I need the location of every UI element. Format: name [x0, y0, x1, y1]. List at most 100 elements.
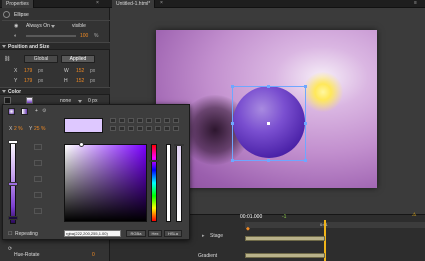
current-color-swatch	[64, 118, 103, 133]
hue-rotate-icon: ⟳	[8, 246, 13, 252]
resize-handle[interactable]	[231, 85, 234, 88]
swatch-cell[interactable]	[34, 144, 42, 150]
saturation-value-field[interactable]	[64, 144, 147, 222]
swatch-cell[interactable]	[34, 192, 42, 198]
swatch-cell[interactable]	[164, 126, 170, 131]
unit-label: px	[90, 68, 96, 74]
current-time[interactable]: 00:01.000	[240, 214, 262, 220]
repeating-label: Repeating	[15, 231, 38, 237]
color-header[interactable]: Color	[0, 87, 110, 95]
color-cursor[interactable]	[79, 142, 84, 147]
gradient-x-value[interactable]: 2 %	[14, 126, 23, 132]
collapse-icon[interactable]	[2, 45, 6, 48]
resize-handle[interactable]	[304, 122, 307, 125]
swatch-cell[interactable]	[155, 126, 161, 131]
rgba-mode-button[interactable]: RGBa	[126, 230, 146, 237]
settings-icon[interactable]: ⚙	[42, 108, 46, 114]
swatch-cell[interactable]	[155, 118, 161, 123]
timeline-ruler[interactable]	[245, 222, 425, 228]
swatch-cell[interactable]	[34, 176, 42, 182]
w-value[interactable]: 152	[76, 68, 84, 74]
swatch-cell[interactable]	[110, 118, 116, 123]
stage-row[interactable]: ▸ Stage	[200, 232, 240, 240]
repeating-checkbox[interactable]: ☐	[8, 231, 12, 237]
top-bar: Properties × Untitled-1.html* × ≡	[0, 0, 425, 8]
swatch-cell[interactable]	[110, 126, 116, 131]
collapse-icon[interactable]	[2, 90, 6, 93]
always-on-label[interactable]: Always On	[26, 23, 50, 29]
swatch-cell[interactable]	[137, 118, 143, 123]
y-label: Y	[14, 78, 18, 84]
gradient-stop[interactable]	[8, 182, 18, 186]
tab-properties[interactable]: Properties	[2, 0, 34, 8]
swatch-cell[interactable]	[164, 118, 170, 123]
fill-swatch[interactable]	[4, 97, 11, 104]
swatch-cell[interactable]	[128, 126, 134, 131]
opacity-slider[interactable]	[26, 35, 76, 37]
hue-handle[interactable]	[149, 160, 159, 162]
x-value[interactable]: 179	[24, 68, 32, 74]
brightness-slider[interactable]	[166, 144, 171, 222]
hue-rotate-value[interactable]: 0	[92, 252, 95, 258]
hsla-mode-button[interactable]: HSLa	[164, 230, 182, 237]
h-value[interactable]: 152	[76, 78, 84, 84]
hue-slider[interactable]	[151, 144, 157, 222]
resize-handle[interactable]	[231, 122, 234, 125]
transform-origin[interactable]	[267, 122, 270, 125]
hue-rotate-label: Hue-Rotate	[14, 252, 40, 258]
keyframe-track[interactable]	[245, 236, 325, 241]
alpha-handle[interactable]	[174, 144, 184, 146]
time-offset: -1	[282, 214, 287, 220]
y-value[interactable]: 179	[24, 78, 32, 84]
hex-mode-button[interactable]: Hex	[148, 230, 162, 237]
swatch-cell[interactable]	[146, 126, 152, 131]
keyframe-diamond-icon[interactable]: ◆	[246, 226, 250, 232]
visibility-value[interactable]: visible	[72, 23, 86, 29]
swatch-cell[interactable]	[119, 118, 125, 123]
swatch-cell[interactable]	[34, 208, 42, 214]
alpha-slider[interactable]	[176, 144, 182, 222]
tab-document[interactable]: Untitled-1.html*	[112, 0, 156, 8]
swatch-cell[interactable]	[146, 118, 152, 123]
eye-icon[interactable]: ◉	[14, 23, 18, 29]
swatch-cell[interactable]	[173, 126, 179, 131]
resize-handle[interactable]	[231, 159, 234, 162]
position-size-header[interactable]: Position and Size	[0, 42, 110, 50]
unit-label: px	[38, 68, 44, 74]
link-icon[interactable]: ⛓	[4, 56, 10, 62]
resize-handle[interactable]	[267, 159, 270, 162]
swatch-cell[interactable]	[128, 118, 134, 123]
color-value-input[interactable]: rgba(222,200,255,1.00)	[64, 230, 121, 237]
chevron-down-icon[interactable]	[51, 25, 55, 28]
global-button[interactable]: Global	[24, 55, 58, 63]
element-name[interactable]: Ellipse	[14, 12, 29, 18]
gradient-y-value[interactable]: 25 %	[34, 126, 45, 132]
x-label: X	[14, 68, 18, 74]
chevron-down-icon[interactable]	[78, 100, 82, 103]
opacity-value[interactable]: 100	[80, 33, 88, 39]
resize-handle[interactable]	[304, 159, 307, 162]
stage-label: Stage	[210, 233, 224, 239]
panel-close-icon[interactable]: ×	[96, 0, 99, 6]
h-label: H	[64, 78, 68, 84]
document-tab-label: Untitled-1.html*	[116, 1, 151, 7]
gradient-property-label: Gradient	[198, 253, 218, 259]
gradient-stop[interactable]	[8, 216, 18, 220]
swatch-cell[interactable]	[137, 126, 143, 131]
keyframe-track[interactable]	[245, 253, 325, 258]
linear-gradient-button[interactable]	[21, 108, 28, 115]
swatch-cell[interactable]	[173, 118, 179, 123]
swatch-cell[interactable]	[34, 160, 42, 166]
panel-menu-icon[interactable]: ≡	[414, 0, 417, 6]
section-title: Color	[8, 89, 22, 95]
swatch-cell[interactable]	[119, 126, 125, 131]
warning-icon[interactable]: ⚠	[412, 212, 416, 218]
resize-handle[interactable]	[267, 85, 270, 88]
radial-gradient-button[interactable]	[8, 108, 15, 115]
doc-close-icon[interactable]: ×	[160, 0, 163, 6]
gradient-stop[interactable]	[8, 140, 18, 144]
gradient-swatch[interactable]	[26, 97, 33, 104]
add-stop-icon[interactable]: +	[35, 108, 38, 114]
resize-handle[interactable]	[304, 85, 307, 88]
applied-button[interactable]: Applied	[61, 55, 95, 63]
